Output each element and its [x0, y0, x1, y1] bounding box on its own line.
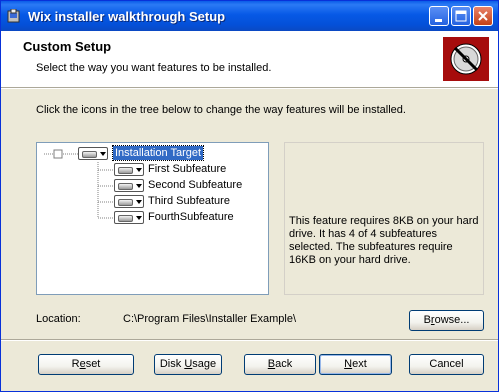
feature-install-dropdown[interactable] — [114, 211, 144, 224]
button-text: sage — [192, 358, 217, 370]
access-key: B — [267, 358, 276, 370]
hard-drive-icon — [118, 167, 133, 174]
location-label: Location: — [36, 313, 81, 325]
button-text: owse... — [434, 314, 470, 326]
hard-drive-icon — [118, 183, 133, 190]
feature-description-panel: This feature requires 8KB on your hard d… — [284, 142, 484, 295]
minimize-button[interactable] — [429, 6, 449, 26]
hard-drive-icon — [118, 199, 133, 206]
banner-subtitle: Select the way you want features to be i… — [36, 62, 272, 74]
feature-description-text: This feature requires 8KB on your hard d… — [289, 215, 479, 266]
dropdown-arrow-icon — [136, 184, 142, 188]
header-banner: Custom Setup Select the way you want fea… — [1, 31, 498, 87]
dropdown-arrow-icon — [136, 200, 142, 204]
next-button[interactable]: Next — [319, 354, 392, 375]
close-button[interactable] — [473, 6, 493, 26]
button-text: ext — [352, 358, 367, 370]
feature-install-dropdown[interactable] — [78, 147, 108, 160]
setup-window: Wix installer walkthrough Setup Custom S… — [0, 0, 499, 392]
button-text: B — [423, 314, 431, 326]
hard-drive-icon — [82, 151, 97, 158]
feature-install-dropdown[interactable] — [114, 179, 144, 192]
location-path: C:\Program Files\Installer Example\ — [123, 313, 296, 325]
tree-node-label[interactable]: Installation Target — [111, 145, 205, 161]
window-title: Wix installer walkthrough Setup — [28, 9, 226, 24]
browse-button[interactable]: Browse... — [409, 310, 484, 331]
dropdown-arrow-icon — [136, 168, 142, 172]
no-cd-icon — [443, 37, 489, 81]
back-button[interactable]: Back — [244, 354, 316, 375]
feature-install-dropdown[interactable] — [114, 195, 144, 208]
maximize-button[interactable] — [451, 6, 471, 26]
footer-divider — [1, 339, 498, 341]
installer-app-icon — [7, 9, 20, 23]
tree-node-label[interactable]: Second Subfeature — [148, 178, 242, 192]
reset-button[interactable]: Reset — [38, 354, 134, 375]
button-text: Cancel — [429, 358, 464, 370]
feature-tree[interactable]: ⊟ Installation Target First Subfeature S… — [36, 142, 269, 295]
minimize-icon — [435, 19, 442, 22]
hard-drive-icon — [118, 215, 133, 222]
banner-title: Custom Setup — [23, 39, 112, 54]
button-text: set — [85, 358, 101, 370]
access-key: N — [344, 358, 353, 370]
feature-install-dropdown[interactable] — [114, 163, 144, 176]
tree-node-label[interactable]: First Subfeature — [148, 162, 226, 176]
disk-usage-button[interactable]: Disk Usage — [154, 354, 222, 375]
button-text: Disk — [159, 358, 185, 370]
button-text: R — [71, 358, 80, 370]
tree-node-label[interactable]: FourthSubfeature — [148, 210, 234, 224]
button-text: ack — [275, 358, 293, 370]
dropdown-arrow-icon — [100, 152, 106, 156]
dropdown-arrow-icon — [136, 216, 142, 220]
maximize-icon — [455, 10, 467, 22]
banner-divider — [1, 87, 498, 89]
title-bar[interactable]: Wix installer walkthrough Setup — [1, 1, 498, 31]
instructions-text: Click the icons in the tree below to cha… — [36, 104, 406, 116]
close-icon — [478, 11, 488, 21]
tree-node-label[interactable]: Third Subfeature — [148, 194, 230, 208]
cancel-button[interactable]: Cancel — [409, 354, 484, 375]
